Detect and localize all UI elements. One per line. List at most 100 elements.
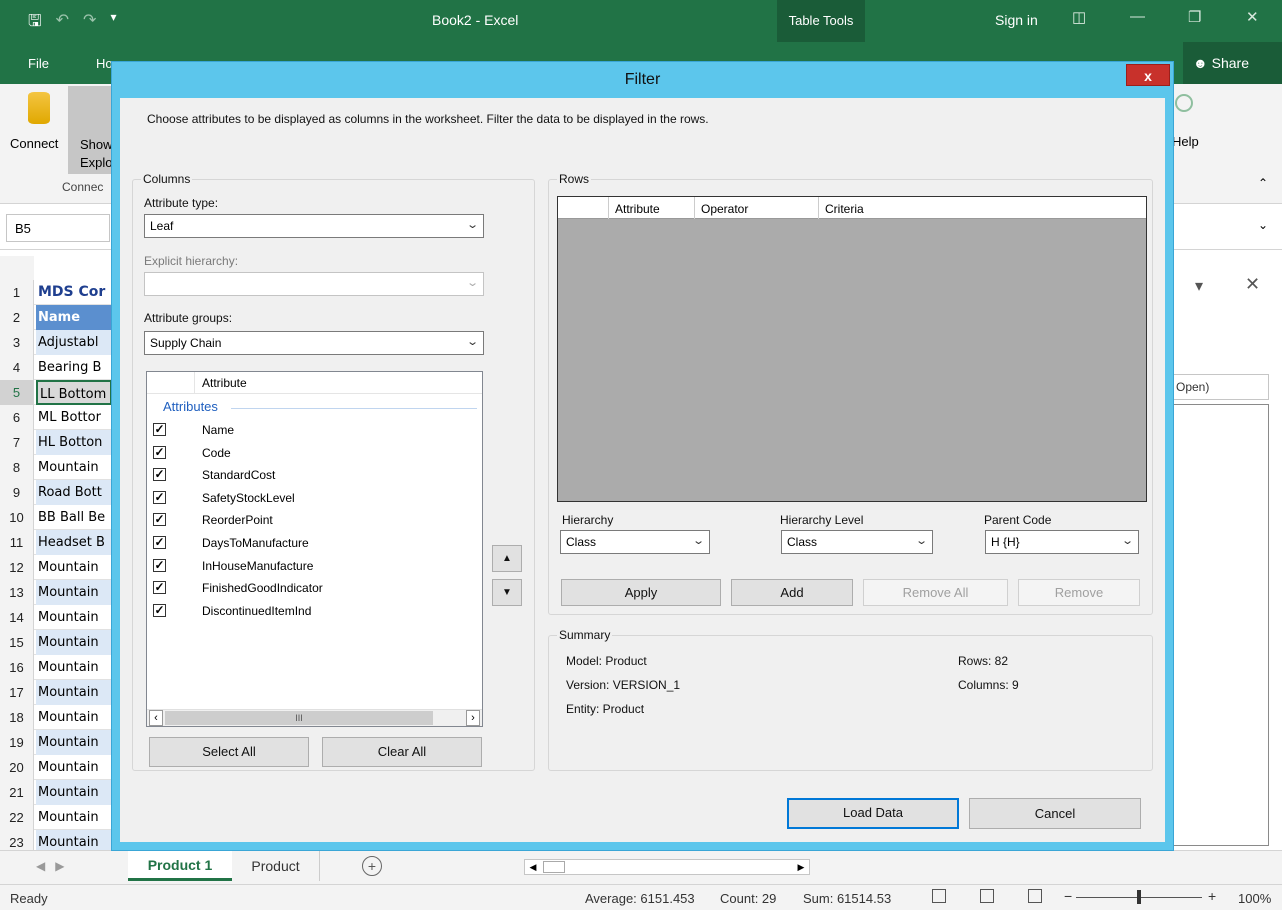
zoom-level[interactable]: 100% [1238,891,1271,906]
cell[interactable]: Mountain [36,780,112,805]
load-data-button[interactable]: Load Data [787,798,959,829]
attribute-checkbox[interactable]: ✓ [153,468,166,482]
scroll-left-icon[interactable]: ‹ [149,710,163,726]
row-header[interactable]: 19 [0,730,34,755]
attribute-checkbox[interactable]: ✓ [153,603,166,617]
row-header[interactable]: 6 [0,405,34,430]
pane-list[interactable] [1173,404,1269,846]
attribute-item[interactable]: ✓ StandardCost [153,465,473,487]
cell[interactable]: HL Botton [36,430,112,455]
row-header[interactable]: 22 [0,805,34,830]
move-up-button[interactable]: ▲ [492,545,522,572]
collapse-ribbon-icon[interactable]: ⌃ [1258,176,1268,190]
cell[interactable]: Name [36,305,112,330]
attribute-item[interactable]: ✓ DiscontinuedItemInd [153,601,473,623]
parent-code-select[interactable]: H {H} ⌄ [985,530,1139,554]
explicit-hierarchy-select[interactable]: ⌄ [144,272,484,296]
cell[interactable]: Mountain [36,655,112,680]
cell[interactable]: Adjustabl [36,330,112,355]
dialog-close-button[interactable]: x [1126,64,1170,86]
attribute-checkbox[interactable]: ✓ [153,490,166,504]
attribute-item[interactable]: ✓ DaysToManufacture [153,533,473,555]
cell[interactable]: MDS Cor [36,280,112,305]
row-header[interactable]: 12 [0,555,34,580]
move-down-button[interactable]: ▼ [492,579,522,606]
select-all-button[interactable]: Select All [149,737,309,767]
grid-header-operator[interactable]: Operator [701,202,748,216]
cell[interactable]: ML Bottor [36,405,112,430]
customize-qat-icon[interactable]: ▾ [110,10,116,37]
minimize-icon[interactable]: — [1130,8,1145,25]
attribute-checkbox[interactable]: ✓ [153,558,166,572]
row-header[interactable]: 16 [0,655,34,680]
remove-button[interactable]: Remove [1018,579,1140,606]
row-header[interactable]: 2 [0,305,34,330]
hierarchy-select[interactable]: Class ⌄ [560,530,710,554]
expand-formula-bar-icon[interactable]: ⌄ [1258,218,1268,232]
restore-icon[interactable]: ❐ [1188,8,1201,26]
zoom-slider-thumb[interactable] [1137,890,1141,904]
row-header[interactable]: 4 [0,355,34,380]
attribute-checkbox[interactable]: ✓ [153,513,166,527]
connect-button-label[interactable]: Connect [10,136,58,151]
cancel-button[interactable]: Cancel [969,798,1141,829]
row-header[interactable]: 18 [0,705,34,730]
apply-button[interactable]: Apply [561,579,721,606]
attribute-item[interactable]: ✓ Code [153,443,473,465]
redo-icon[interactable]: ↷ [83,10,96,37]
row-header[interactable]: 5 [0,380,34,405]
row-header[interactable]: 3 [0,330,34,355]
row-header[interactable]: 15 [0,630,34,655]
attribute-list-hscroll[interactable]: ‹ III › [147,709,482,726]
normal-view-icon[interactable] [932,889,946,903]
cell[interactable]: Mountain [36,580,112,605]
add-sheet-icon[interactable]: + [362,856,382,876]
attribute-groups-select[interactable]: Supply Chain ⌄ [144,331,484,355]
scroll-right-icon[interactable]: › [466,710,480,726]
row-header[interactable]: 13 [0,580,34,605]
cell[interactable]: Mountain [36,805,112,830]
attribute-type-select[interactable]: Leaf ⌄ [144,214,484,238]
zoom-out-icon[interactable]: − [1064,888,1072,904]
attribute-checkbox[interactable]: ✓ [153,445,166,459]
row-header[interactable]: 11 [0,530,34,555]
cell[interactable]: Mountain [36,630,112,655]
cell[interactable]: Road Bott [36,480,112,505]
cell[interactable]: BB Ball Be [36,505,112,530]
cell[interactable]: Mountain [36,730,112,755]
attribute-item[interactable]: ✓ SafetyStockLevel [153,488,473,510]
cell[interactable]: Mountain [36,680,112,705]
scroll-left-icon[interactable]: ◀ [525,860,541,874]
remove-all-button[interactable]: Remove All [863,579,1008,606]
share-button[interactable]: ☻ Share [1183,42,1282,84]
cell[interactable]: Bearing B [36,355,112,380]
attribute-checkbox[interactable]: ✓ [153,581,166,595]
cell[interactable]: Mountain [36,705,112,730]
sheet-nav-arrows[interactable]: ◀ ▶ [36,859,64,873]
save-icon[interactable]: 🖫 [28,10,42,37]
row-header[interactable]: 9 [0,480,34,505]
clear-all-button[interactable]: Clear All [322,737,482,767]
sign-in-link[interactable]: Sign in [995,12,1038,28]
scroll-thumb[interactable]: III [165,711,433,725]
grid-header-attribute[interactable]: Attribute [615,202,660,216]
row-header[interactable]: 20 [0,755,34,780]
grid-header-criteria[interactable]: Criteria [825,202,864,216]
name-box[interactable]: B5 [6,214,110,242]
attribute-list[interactable]: Attribute Attributes ✓ Name ✓ Code ✓ Standard… [146,371,483,727]
cell[interactable]: Headset B [36,530,112,555]
attribute-item[interactable]: ✓ Name [153,420,473,442]
row-header[interactable]: 1 [0,280,34,305]
ribbon-display-options-icon[interactable]: ◫ [1072,8,1086,26]
attribute-checkbox[interactable]: ✓ [153,536,166,549]
attribute-item[interactable]: ✓ ReorderPoint [153,510,473,532]
sheet-tab-product-1[interactable]: Product 1 [128,851,232,881]
row-header[interactable]: 10 [0,505,34,530]
scroll-thumb[interactable] [543,861,565,873]
attribute-checkbox[interactable]: ✓ [153,423,166,436]
pane-options-icon[interactable]: ▾ [1195,276,1203,296]
row-header[interactable]: 7 [0,430,34,455]
zoom-in-icon[interactable]: + [1208,888,1216,904]
row-header[interactable]: 17 [0,680,34,705]
attribute-item[interactable]: ✓ FinishedGoodIndicator [153,578,473,600]
